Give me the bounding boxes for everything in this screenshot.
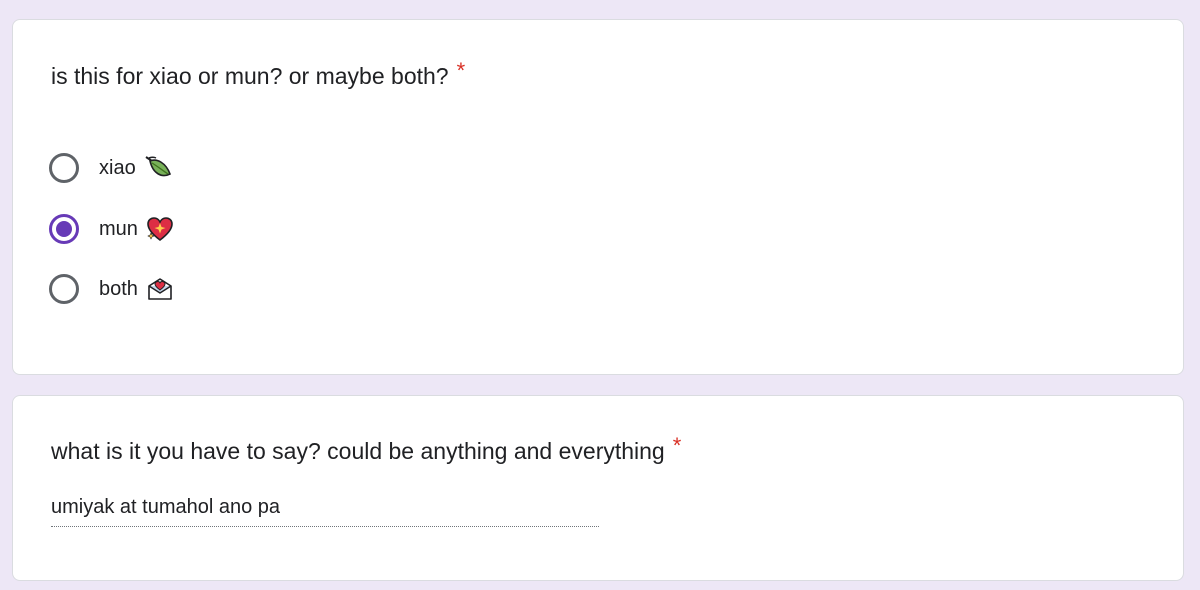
option-label: xiao <box>99 156 136 179</box>
radio-button-selected[interactable] <box>49 214 79 244</box>
option-label: both <box>99 277 138 300</box>
leaf-icon <box>144 154 172 182</box>
question-card-text: what is it you have to say? could be any… <box>12 395 1184 581</box>
radio-button[interactable] <box>49 274 79 304</box>
option-xiao[interactable]: xiao <box>49 151 172 185</box>
option-both[interactable]: both <box>49 272 174 306</box>
question-card-choice: is this for xiao or mun? or maybe both? *… <box>12 19 1184 375</box>
answer-underline <box>51 526 599 527</box>
required-asterisk: * <box>672 433 682 458</box>
question-title: what is it you have to say? could be any… <box>51 433 682 467</box>
answer-text[interactable]: umiyak at tumahol ano pa <box>51 496 280 519</box>
question-text: what is it you have to say? could be any… <box>51 438 665 464</box>
required-asterisk: * <box>456 58 466 83</box>
envelope-heart-icon <box>146 275 174 303</box>
sparkling-heart-icon <box>146 215 174 243</box>
radio-button[interactable] <box>49 153 79 183</box>
question-title: is this for xiao or mun? or maybe both? * <box>51 58 466 92</box>
question-text: is this for xiao or mun? or maybe both? <box>51 63 449 89</box>
option-label: mun <box>99 217 138 240</box>
option-mun[interactable]: mun <box>49 212 174 246</box>
